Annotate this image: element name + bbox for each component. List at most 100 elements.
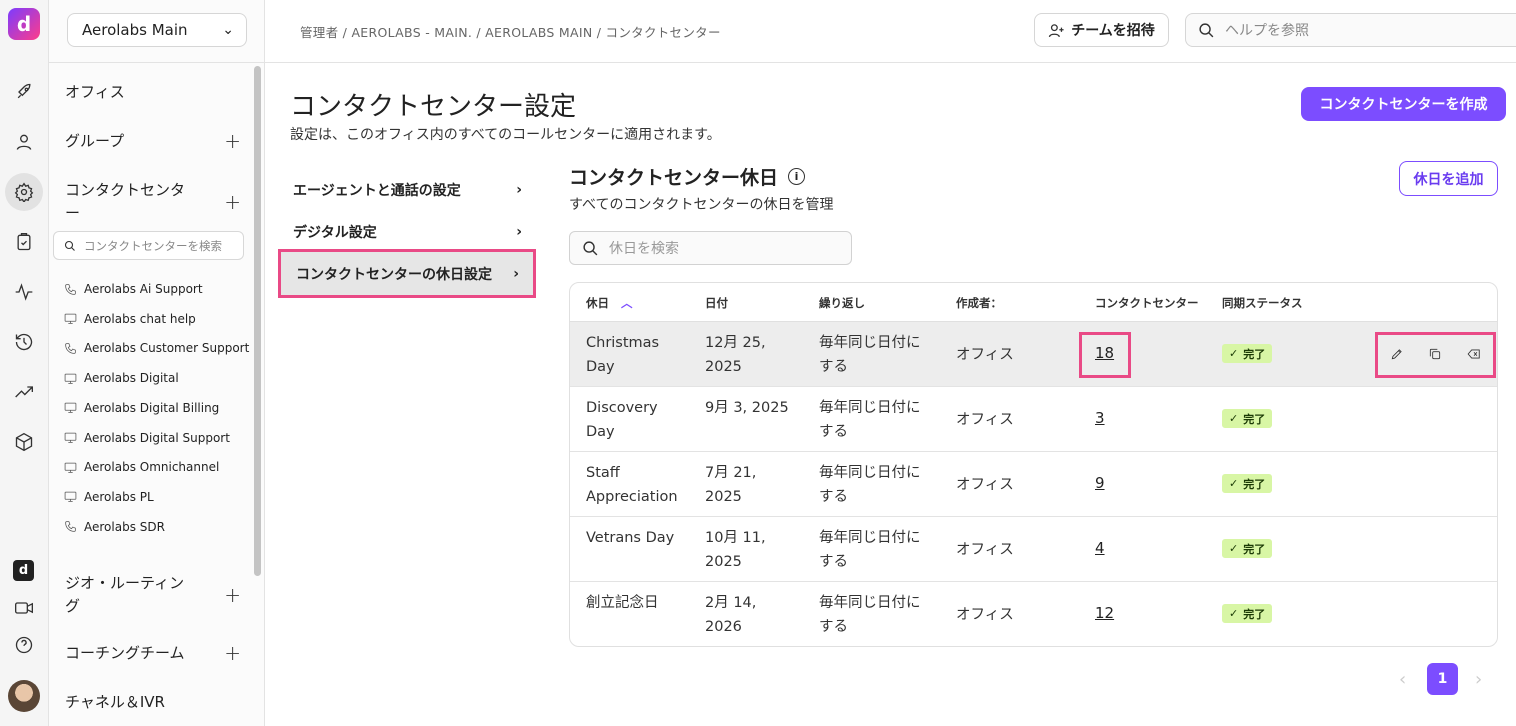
breadcrumb[interactable]: 管理者 / AEROLABS - MAIN. / AEROLABS MAIN /… — [300, 22, 721, 41]
pagination-next[interactable]: › — [1475, 669, 1482, 690]
contact-center-item[interactable]: Aerolabs Ai Support — [64, 282, 203, 296]
sidebar-item-coaching[interactable]: コーチングチーム + — [65, 642, 241, 665]
column-header-holiday[interactable]: 休日 ︿ — [586, 295, 633, 311]
table-row[interactable]: Discovery Day 9月 3, 2025 毎年同じ日付に する オフィス 3 ✓ 完了 — [570, 387, 1497, 452]
status-label: 完了 — [1243, 412, 1266, 426]
create-contact-center-button[interactable]: コンタクトセンターを作成 — [1301, 87, 1506, 121]
contact-center-count-link[interactable]: 12 — [1095, 604, 1114, 622]
contact-center-item[interactable]: Aerolabs Digital Support — [64, 431, 230, 445]
add-geo-routing-icon[interactable]: + — [224, 583, 241, 607]
table-row[interactable]: 創立記念日 2月 14, 2026 毎年同じ日付に する オフィス 12 ✓ 完了 — [570, 582, 1497, 646]
subnav-agent-call-settings[interactable]: エージェントと通話の設定 › — [278, 167, 536, 213]
sidebar-item-contact-centers[interactable]: コンタクトセンター + — [65, 179, 241, 225]
add-group-icon[interactable]: + — [224, 130, 241, 153]
holiday-creator: オフィス — [956, 347, 1014, 363]
holiday-date: 2月 14, 2026 — [705, 591, 756, 639]
holiday-date: 7月 21, 2025 — [705, 461, 756, 509]
subnav-label: コンタクトセンターの休日設定 — [296, 266, 492, 283]
holiday-name-line: Staff — [586, 465, 620, 481]
sidebar-scrollbar[interactable] — [254, 66, 261, 576]
holiday-name-line: 創立記念日 — [586, 595, 659, 611]
subnav-holiday-settings[interactable]: コンタクトセンターの休日設定 › — [278, 249, 536, 298]
holidays-table: 休日 ︿ 日付 繰り返し 作成者： コンタクトセンター 同期ステータス Chri… — [569, 282, 1498, 647]
holiday-repeat: 毎年同じ日付に する — [819, 526, 921, 574]
table-row[interactable]: Christmas Day 12月 25, 2025 毎年同じ日付に する オフィス 18 ✓ 完… — [570, 322, 1497, 387]
holiday-date-line: 2025 — [705, 359, 742, 375]
chevron-right-icon: › — [513, 265, 519, 282]
top-bar: 管理者 / AEROLABS - MAIN. / AEROLABS MAIN /… — [265, 0, 1516, 63]
contact-center-item[interactable]: Aerolabs chat help — [64, 312, 196, 326]
org-selector[interactable]: Aerolabs Main ⌄ — [67, 13, 247, 47]
contact-center-label: Aerolabs Customer Support — [84, 341, 250, 356]
invite-team-button[interactable]: チームを招待 — [1034, 13, 1169, 47]
contact-center-count-link[interactable]: 4 — [1095, 539, 1105, 557]
check-icon: ✓ — [1229, 607, 1239, 620]
holiday-repeat-line: する — [819, 619, 848, 635]
chevron-right-icon: › — [516, 224, 522, 240]
contact-center-count-link[interactable]: 3 — [1095, 409, 1105, 427]
add-contact-center-icon[interactable]: + — [224, 190, 241, 214]
column-header-repeat[interactable]: 繰り返し — [819, 295, 865, 311]
contact-center-item[interactable]: Aerolabs Customer Support — [64, 341, 249, 355]
contact-center-label: Aerolabs Ai Support — [84, 282, 203, 296]
column-header-contact-center[interactable]: コンタクトセンター — [1095, 295, 1199, 311]
sidebar-item-groups[interactable]: グループ + — [65, 130, 241, 153]
column-header-sync-status[interactable]: 同期ステータス — [1222, 295, 1303, 311]
avatar[interactable] — [8, 680, 40, 712]
trend-icon[interactable] — [9, 377, 39, 407]
activity-icon[interactable] — [9, 277, 39, 307]
brand-icon[interactable]: d — [13, 560, 34, 581]
copy-icon[interactable] — [1428, 346, 1442, 365]
holiday-search-input[interactable]: 休日を検索 — [569, 231, 852, 265]
holiday-creator: オフィス — [956, 412, 1014, 428]
invite-team-label: チームを招待 — [1071, 23, 1155, 39]
status-badge: ✓ 完了 — [1222, 474, 1273, 493]
rocket-icon[interactable] — [9, 77, 39, 107]
sidebar-item-geo-routing[interactable]: ジオ・ルーティング + — [65, 572, 241, 618]
phone-icon — [64, 342, 77, 355]
sidebar-item-office[interactable]: オフィス — [65, 81, 241, 104]
box-icon[interactable] — [9, 427, 39, 457]
column-header-creator[interactable]: 作成者： — [956, 295, 1002, 311]
holiday-name: Vetrans Day — [586, 526, 674, 550]
status-label: 完了 — [1243, 542, 1266, 556]
sidebar-item-label: コンタクトセンター — [65, 181, 186, 222]
contact-center-item[interactable]: Aerolabs Digital — [64, 371, 179, 385]
gear-icon[interactable] — [5, 173, 43, 211]
status-badge: ✓ 完了 — [1222, 604, 1273, 623]
column-header-date[interactable]: 日付 — [705, 295, 728, 311]
help-search-input[interactable]: ヘルプを参照 — [1185, 13, 1516, 47]
contact-center-item[interactable]: Aerolabs SDR — [64, 520, 165, 534]
clipboard-icon[interactable] — [9, 227, 39, 257]
contact-center-item[interactable]: Aerolabs Omnichannel — [64, 460, 219, 474]
phone-icon — [64, 283, 77, 296]
table-row[interactable]: Staff Appreciation 7月 21, 2025 毎年同じ日付に する オフィス… — [570, 452, 1497, 517]
holiday-date: 10月 11, 2025 — [705, 526, 766, 574]
subnav-label: エージェントと通話の設定 — [293, 183, 461, 199]
sidebar-item-label: コーチングチーム — [65, 644, 185, 662]
pagination-prev[interactable]: ‹ — [1399, 669, 1406, 690]
edit-icon[interactable] — [1390, 346, 1404, 365]
sort-up-icon[interactable]: ︿ — [621, 296, 633, 310]
holiday-creator: オフィス — [956, 542, 1014, 558]
contact-center-label: Aerolabs SDR — [84, 519, 165, 534]
holiday-name: Staff Appreciation — [586, 461, 678, 509]
user-icon[interactable] — [9, 127, 39, 157]
info-icon[interactable]: i — [788, 168, 806, 185]
contact-center-search-input[interactable]: コンタクトセンターを検索 — [53, 231, 244, 260]
video-icon[interactable] — [9, 593, 39, 623]
help-icon[interactable] — [9, 630, 39, 660]
pagination-page-1[interactable]: 1 — [1427, 663, 1458, 695]
contact-center-item[interactable]: Aerolabs PL — [64, 490, 154, 504]
table-header: 休日 ︿ 日付 繰り返し 作成者： コンタクトセンター 同期ステータス — [570, 283, 1497, 322]
add-holiday-button[interactable]: 休日を追加 — [1399, 161, 1498, 196]
app-logo[interactable]: d — [8, 8, 40, 40]
holiday-date: 12月 25, 2025 — [705, 331, 766, 379]
add-coaching-team-icon[interactable]: + — [224, 642, 241, 665]
delete-icon[interactable] — [1467, 346, 1481, 365]
contact-center-item[interactable]: Aerolabs Digital Billing — [64, 401, 219, 415]
sidebar-item-channels[interactable]: チャネル＆IVR — [65, 691, 241, 714]
contact-center-count-link[interactable]: 9 — [1095, 474, 1105, 492]
history-icon[interactable] — [9, 327, 39, 357]
table-row[interactable]: Vetrans Day 10月 11, 2025 毎年同じ日付に する オフィス 4 ✓ 完了 — [570, 517, 1497, 582]
